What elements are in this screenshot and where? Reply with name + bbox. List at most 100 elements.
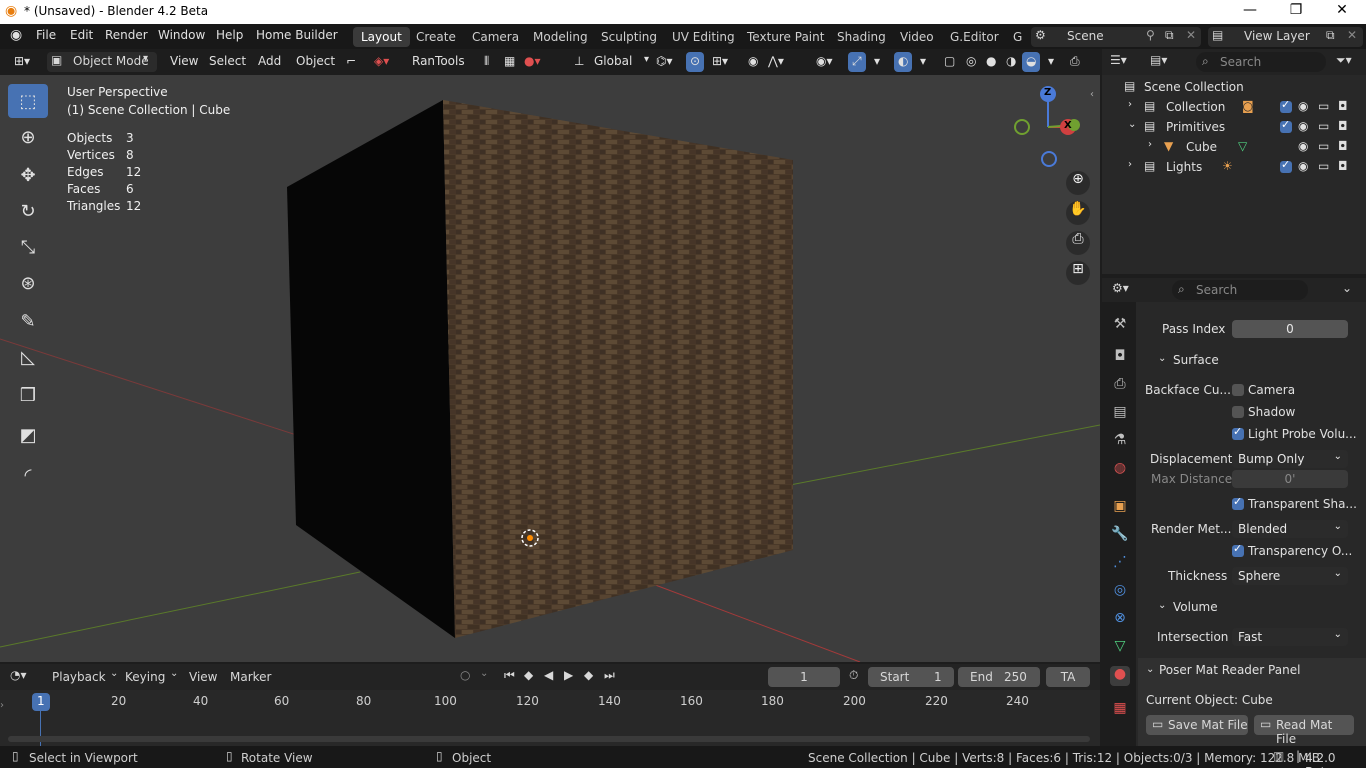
expand-arrow-icon[interactable]: ›: [1128, 99, 1132, 110]
overlay-dropdown-icon[interactable]: ▾: [916, 52, 930, 72]
menu-file[interactable]: File: [36, 28, 56, 42]
outliner-row-cube[interactable]: › ▼ Cube ▽ ◉ ▭ ◘: [1102, 137, 1366, 157]
thickness-dropdown[interactable]: Sphere ⌄: [1232, 567, 1348, 585]
material-tab-icon[interactable]: ●: [1110, 666, 1130, 686]
eye-icon[interactable]: ◉: [1298, 159, 1308, 173]
mirror-icon[interactable]: ⦀: [480, 52, 493, 72]
volume-panel-header[interactable]: Volume: [1173, 600, 1218, 614]
chevron-down-icon[interactable]: ⌄: [1158, 353, 1166, 364]
rendered-shading-icon[interactable]: ◒: [1022, 52, 1041, 72]
material-shading-icon[interactable]: ◑: [1002, 52, 1020, 72]
shadow-checkbox[interactable]: [1232, 406, 1244, 418]
camera-view-icon[interactable]: ⎙: [1066, 52, 1084, 72]
menu-object[interactable]: Object: [292, 52, 339, 72]
zoom-icon[interactable]: ⊕: [1066, 171, 1090, 195]
new-view-layer-icon[interactable]: ⧉: [1326, 28, 1335, 43]
annotate-icon[interactable]: ⌐: [342, 52, 360, 72]
marker-menu[interactable]: Marker: [230, 670, 271, 684]
image-tool-icon[interactable]: ◩: [8, 418, 48, 452]
filter-icon[interactable]: ⏷▾: [1336, 53, 1352, 68]
menu-render[interactable]: Render: [105, 28, 148, 42]
exclude-checkbox[interactable]: [1280, 98, 1292, 113]
output-tab-icon[interactable]: ⎙: [1110, 376, 1130, 396]
render-camera-icon[interactable]: ◘: [1338, 119, 1348, 133]
menu-edit[interactable]: Edit: [70, 28, 93, 42]
constraints-tab-icon[interactable]: ⊗: [1110, 610, 1130, 630]
pivot-icon[interactable]: ⌬▾: [652, 52, 677, 72]
view-menu[interactable]: View: [189, 670, 217, 684]
pass-index-field[interactable]: 0: [1232, 320, 1348, 338]
timeline-scrollbar[interactable]: [8, 736, 1090, 742]
wireframe-shading-icon[interactable]: ◎: [962, 52, 980, 72]
properties-options-icon[interactable]: ⌄: [1342, 281, 1352, 295]
display-mode-icon[interactable]: ▤▾: [1150, 53, 1167, 67]
proportional-edit-icon[interactable]: ◉: [744, 52, 762, 72]
3d-viewport[interactable]: User Perspective (1) Scene Collection | …: [0, 75, 1100, 662]
shading-dropdown-icon[interactable]: ▾: [1044, 52, 1058, 72]
poser-panel-header[interactable]: Poser Mat Reader Panel: [1159, 663, 1300, 677]
expand-arrow-icon[interactable]: ›: [1148, 139, 1152, 150]
falloff-icon[interactable]: ⋀▾: [764, 52, 788, 72]
tab-video[interactable]: Video: [892, 27, 942, 47]
new-scene-icon[interactable]: ⧉: [1165, 28, 1174, 43]
start-frame-field[interactable]: Start 1: [868, 667, 954, 687]
tab-sculpting[interactable]: Sculpting: [593, 27, 665, 47]
scene-selector[interactable]: ⚙ Scene ⚲ ⧉ ✕: [1031, 27, 1201, 47]
eye-icon[interactable]: ◉: [1298, 99, 1308, 113]
snap-toggle-icon[interactable]: ⊙: [686, 52, 705, 72]
pin-icon[interactable]: ⚲: [1146, 28, 1155, 42]
chevron-down-icon[interactable]: ⌄: [1146, 664, 1154, 675]
render-camera-icon[interactable]: ◘: [1338, 99, 1348, 113]
camera-icon[interactable]: ⎙: [1066, 231, 1090, 255]
displacement-dropdown[interactable]: Bump Only ⌄: [1232, 450, 1348, 468]
visibility-icon[interactable]: ◉▾: [812, 52, 837, 72]
outliner-row-lights[interactable]: › ▤ Lights ☀ ◉ ▭ ◘: [1102, 157, 1366, 177]
tab-g-editor[interactable]: G.Editor: [942, 27, 1007, 47]
snap-target-icon[interactable]: ⊞▾: [708, 52, 732, 72]
brush-icon[interactable]: ◈▾: [370, 52, 393, 72]
exclude-checkbox[interactable]: [1280, 118, 1292, 133]
scene-tab-icon[interactable]: ⚗: [1110, 432, 1130, 452]
modifier-tab-icon[interactable]: 🔧: [1110, 526, 1130, 546]
texture-tab-icon[interactable]: ▦: [1110, 700, 1130, 720]
playback-menu[interactable]: Playback: [52, 670, 106, 684]
play-reverse-icon[interactable]: ◀: [544, 668, 553, 682]
prev-keyframe-icon[interactable]: ◆: [524, 668, 533, 682]
render-camera-icon[interactable]: ◘: [1338, 159, 1348, 173]
camera-checkbox[interactable]: [1232, 384, 1244, 396]
move-icon[interactable]: ✥: [8, 158, 48, 192]
properties-search-input[interactable]: ⌕ Search: [1172, 280, 1308, 300]
close-button[interactable]: ✕: [1319, 2, 1365, 22]
xray-icon[interactable]: ▢: [940, 52, 959, 72]
gizmo-dropdown-icon[interactable]: ▾: [870, 52, 884, 72]
save-mat-file-button[interactable]: ▭ Save Mat File: [1146, 715, 1248, 735]
particles-tab-icon[interactable]: ⋰: [1110, 554, 1130, 574]
menu-window[interactable]: Window: [158, 28, 205, 42]
next-keyframe-icon[interactable]: ◆: [584, 668, 593, 682]
curve-tool-icon[interactable]: ◜: [8, 458, 48, 492]
render-tab-icon[interactable]: ◘: [1110, 348, 1130, 368]
outliner-editor-icon[interactable]: ☰▾: [1110, 53, 1127, 67]
outliner-row-primitives[interactable]: ⌄ ▤ Primitives ◉ ▭ ◘: [1102, 117, 1366, 137]
monitor-icon[interactable]: ▭: [1318, 139, 1329, 153]
eye-icon[interactable]: ◉: [1298, 119, 1308, 133]
light-probe-checkbox[interactable]: [1232, 425, 1244, 440]
tab-layout[interactable]: Layout: [353, 27, 410, 47]
surface-panel-header[interactable]: Surface: [1173, 353, 1219, 367]
end-frame-field[interactable]: End 250: [958, 667, 1040, 687]
outliner-row-scene-collection[interactable]: ▤ Scene Collection: [1102, 77, 1366, 97]
tab-modeling[interactable]: Modeling: [525, 27, 596, 47]
pan-hand-icon[interactable]: ✋: [1066, 201, 1090, 225]
world-tab-icon[interactable]: ◍: [1110, 460, 1130, 480]
expand-arrow-icon[interactable]: ›: [1128, 159, 1132, 170]
chevron-down-icon[interactable]: ⌄: [1158, 600, 1166, 611]
transform-orientation-icon[interactable]: ⊥: [570, 52, 588, 72]
render-camera-icon[interactable]: ◘: [1338, 139, 1348, 153]
read-mat-file-button[interactable]: ▭ Read Mat File: [1254, 715, 1354, 746]
menu-select[interactable]: Select: [205, 52, 250, 72]
material-icon[interactable]: ●▾: [520, 52, 545, 72]
annotate-tool-icon[interactable]: ✎: [8, 304, 48, 338]
view-layer-tab-icon[interactable]: ▤: [1110, 404, 1130, 424]
monitor-icon[interactable]: ▭: [1318, 99, 1329, 113]
collapse-arrow-icon[interactable]: ⌄: [1128, 119, 1136, 130]
